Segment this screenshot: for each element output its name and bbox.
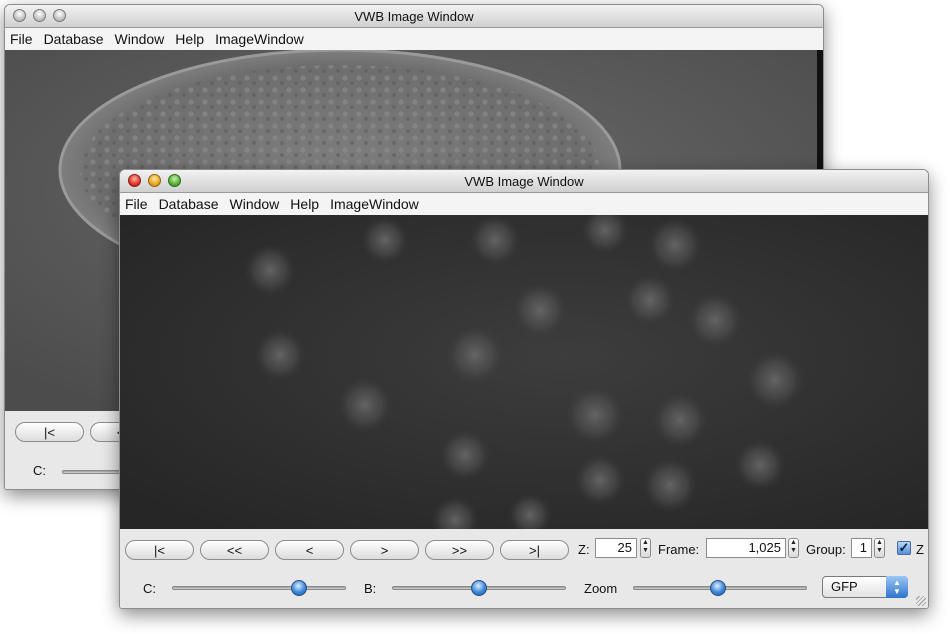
channel-select[interactable]: GFP ▲ ▼ [822, 576, 908, 598]
z-label: Z: [578, 542, 590, 557]
front-menubar: File Database Window Help ImageWindow [120, 193, 928, 216]
menu-file[interactable]: File [125, 196, 148, 212]
menu-file[interactable]: File [10, 31, 33, 47]
back-c-label: C: [33, 463, 46, 478]
stepper-up-icon: ▲ [876, 539, 883, 546]
prev-frame-button[interactable]: < [275, 540, 344, 560]
next-frame-button[interactable]: > [350, 540, 419, 560]
menu-database[interactable]: Database [159, 196, 219, 212]
menu-database[interactable]: Database [44, 31, 104, 47]
stepper-down-icon: ▼ [790, 547, 797, 554]
forward-button[interactable]: >> [425, 540, 494, 560]
c-label: C: [143, 581, 156, 596]
front-window-title: VWB Image Window [464, 174, 584, 189]
back-window-titlebar[interactable]: VWB Image Window [5, 5, 823, 28]
stepper-up-icon: ▲ [642, 539, 649, 546]
front-window-titlebar[interactable]: VWB Image Window [120, 170, 928, 193]
b-label: B: [364, 581, 377, 596]
checkmark-icon: ✓ [898, 540, 910, 555]
menu-imagewindow[interactable]: ImageWindow [330, 196, 419, 212]
menu-help[interactable]: Help [175, 31, 204, 47]
back-menubar: File Database Window Help ImageWindow [5, 28, 823, 51]
channel-select-value: GFP [831, 579, 858, 594]
back-window-title: VWB Image Window [354, 9, 474, 24]
z-stepper[interactable]: ▲ ▼ [640, 538, 651, 558]
front-image-canvas[interactable] [120, 215, 928, 529]
menu-window[interactable]: Window [115, 31, 165, 47]
menu-help[interactable]: Help [290, 196, 319, 212]
zoom-slider-knob[interactable] [710, 580, 727, 596]
frame-stepper[interactable]: ▲ ▼ [788, 538, 799, 558]
menu-window[interactable]: Window [230, 196, 280, 212]
group-stepper[interactable]: ▲ ▼ [874, 538, 885, 558]
c-slider-track[interactable] [172, 586, 346, 590]
zoom-label: Zoom [584, 581, 618, 596]
rewind-button[interactable]: << [200, 540, 269, 560]
z-checkbox-label: Z [916, 542, 924, 557]
back-first-frame-button[interactable]: |< [15, 422, 84, 442]
z-field[interactable]: 25 [595, 538, 637, 558]
select-arrows-icon: ▲ ▼ [886, 576, 908, 598]
z-checkbox[interactable]: ✓ [897, 541, 911, 555]
b-slider-knob[interactable] [471, 580, 487, 596]
first-frame-button[interactable]: |< [125, 540, 194, 560]
frame-label: Frame: [658, 542, 700, 557]
stepper-down-icon: ▼ [876, 547, 883, 554]
last-frame-button[interactable]: >| [500, 540, 569, 560]
gfp-nuclei-image [120, 215, 928, 529]
stepper-up-icon: ▲ [790, 539, 797, 546]
frame-field[interactable]: 1,025 [706, 538, 786, 558]
group-label: Group: [806, 542, 846, 557]
stepper-down-icon: ▼ [642, 547, 649, 554]
group-field[interactable]: 1 [851, 538, 872, 558]
front-controls: |< << < > >> >| Z: 25 ▲ ▼ Frame: 1,025 ▲ ▼… [120, 529, 928, 608]
front-image-window: VWB Image Window File Database Window He… [119, 169, 929, 609]
c-slider-knob[interactable] [291, 580, 308, 596]
resize-grip-icon[interactable] [916, 596, 926, 606]
menu-imagewindow[interactable]: ImageWindow [215, 31, 304, 47]
